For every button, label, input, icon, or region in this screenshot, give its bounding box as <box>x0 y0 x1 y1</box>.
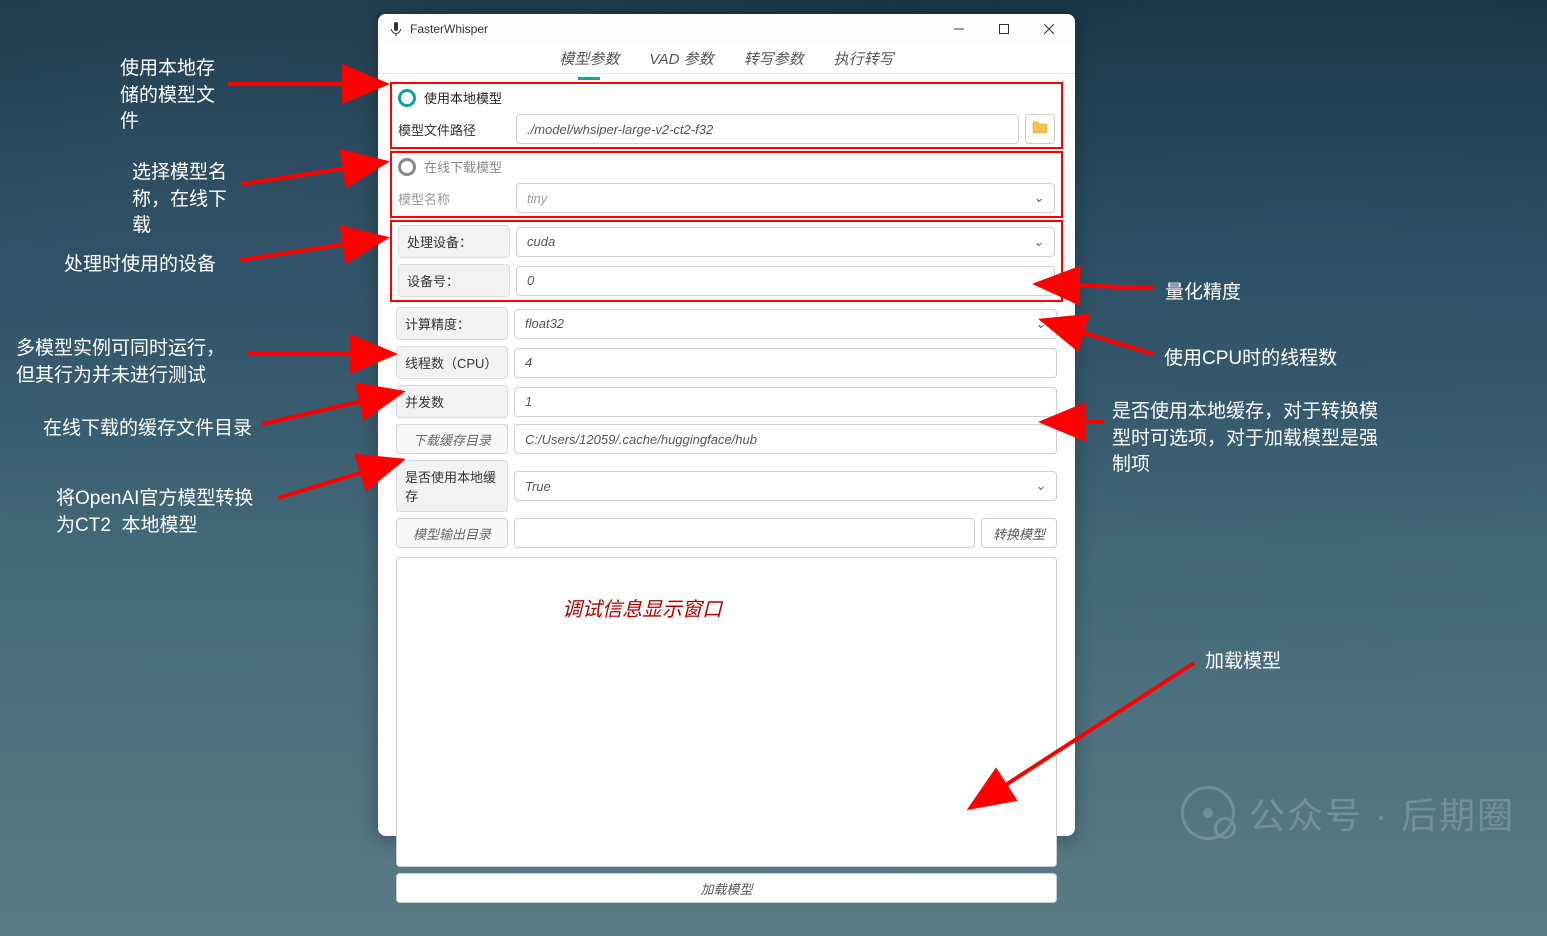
annotation-workers: 多模型实例可同时运行， 但其行为并未进行测试 <box>16 336 225 389</box>
num-workers-label: 并发数 <box>396 385 508 418</box>
titlebar: FasterWhisper <box>378 14 1075 44</box>
annotation-convert: 将OpenAI官方模型转换 为CT2 本地模型 <box>56 486 253 539</box>
device-index-value: 0 <box>527 273 534 288</box>
model-path-input[interactable]: ./model/whsiper-large-v2-ct2-f32 <box>516 114 1019 144</box>
watermark-text: 公众号 · 后期圈 <box>1249 787 1515 839</box>
convert-model-label: 转换模型 <box>993 524 1045 543</box>
tab-run-transcribe[interactable]: 执行转写 <box>832 44 896 73</box>
load-model-label: 加载模型 <box>700 879 752 898</box>
browse-model-path-button[interactable] <box>1025 114 1055 144</box>
cpu-threads-input[interactable]: 4 <box>514 348 1057 378</box>
model-name-select[interactable]: tiny ⌄ <box>516 183 1055 213</box>
radio-local-model-label: 使用本地模型 <box>424 88 502 107</box>
folder-icon <box>1032 120 1048 139</box>
device-section: 处理设备： cuda ⌄ 设备号： 0 <box>390 220 1063 302</box>
model-name-value: tiny <box>527 191 547 206</box>
model-name-label: 模型名称 <box>398 189 510 208</box>
model-output-dir-button[interactable]: 模型输出目录 <box>396 518 508 548</box>
use-local-cache-label: 是否使用本地缓存 <box>396 460 508 512</box>
online-model-section: 在线下载模型 模型名称 tiny ⌄ <box>390 151 1063 218</box>
minimize-button[interactable] <box>936 14 981 44</box>
annotation-cache-dir: 在线下载的缓存文件目录 <box>43 416 252 443</box>
tab-model-params[interactable]: 模型参数 <box>557 44 621 73</box>
device-value: cuda <box>527 234 555 249</box>
cpu-threads-label: 线程数（CPU） <box>396 346 508 379</box>
use-local-cache-select[interactable]: True ⌄ <box>514 471 1057 501</box>
device-index-label: 设备号： <box>398 264 510 297</box>
model-path-value: ./model/whsiper-large-v2-ct2-f32 <box>527 122 713 137</box>
local-model-section: 使用本地模型 模型文件路径 ./model/whsiper-large-v2-c… <box>390 82 1063 149</box>
tab-bar: 模型参数 VAD 参数 转写参数 执行转写 <box>378 44 1075 74</box>
chevron-down-icon: ⌄ <box>1033 234 1044 250</box>
close-button[interactable] <box>1026 14 1071 44</box>
download-cache-dir-input[interactable]: C:/Users/12059/.cache/huggingface/hub <box>514 424 1057 454</box>
device-index-input[interactable]: 0 <box>516 266 1055 296</box>
chevron-down-icon: ⌄ <box>1035 316 1046 332</box>
form-area: 使用本地模型 模型文件路径 ./model/whsiper-large-v2-c… <box>378 74 1075 913</box>
download-cache-dir-value: C:/Users/12059/.cache/huggingface/hub <box>525 432 757 447</box>
compute-type-label: 计算精度： <box>396 307 508 340</box>
annotation-compute-type: 量化精度 <box>1165 280 1241 307</box>
load-model-button[interactable]: 加载模型 <box>396 873 1057 903</box>
window-title: FasterWhisper <box>410 22 936 36</box>
watermark-icon <box>1181 786 1235 840</box>
chevron-down-icon: ⌄ <box>1035 478 1046 494</box>
annotation-debug-window: 调试信息显示窗口 <box>562 596 722 624</box>
radio-online-model-label: 在线下载模型 <box>424 157 502 176</box>
annotation-model-name: 选择模型名 称，在线下 载 <box>132 160 227 240</box>
model-path-label: 模型文件路径 <box>398 120 510 139</box>
radio-online-model[interactable] <box>398 158 416 176</box>
convert-model-button[interactable]: 转换模型 <box>981 518 1057 548</box>
annotation-load-model: 加载模型 <box>1205 649 1281 676</box>
num-workers-input[interactable]: 1 <box>514 387 1057 417</box>
compute-type-value: float32 <box>525 316 564 331</box>
compute-type-select[interactable]: float32 ⌄ <box>514 309 1057 339</box>
annotation-local-cache: 是否使用本地缓存，对于转换模 型时可选项，对于加载模型是强 制项 <box>1112 399 1378 479</box>
radio-local-model[interactable] <box>398 89 416 107</box>
app-window: FasterWhisper 模型参数 VAD 参数 转写参数 执行转写 使用本地… <box>378 14 1075 836</box>
model-output-dir-label: 模型输出目录 <box>413 524 491 543</box>
annotation-local-model: 使用本地存 储的模型文 件 <box>120 56 215 136</box>
tab-transcribe-params[interactable]: 转写参数 <box>742 44 806 73</box>
cpu-threads-value: 4 <box>525 355 532 370</box>
watermark: 公众号 · 后期圈 <box>1181 786 1515 840</box>
annotation-device: 处理时使用的设备 <box>64 252 216 279</box>
window-controls <box>936 14 1071 44</box>
maximize-button[interactable] <box>981 14 1026 44</box>
tab-vad-params[interactable]: VAD 参数 <box>647 44 715 73</box>
mic-icon <box>388 21 404 37</box>
device-label: 处理设备： <box>398 225 510 258</box>
num-workers-value: 1 <box>525 394 532 409</box>
download-cache-dir-label: 下载缓存目录 <box>413 430 491 449</box>
annotation-cpu-threads: 使用CPU时的线程数 <box>1164 346 1337 373</box>
chevron-down-icon: ⌄ <box>1033 190 1044 206</box>
model-output-dir-input[interactable] <box>514 518 975 548</box>
device-select[interactable]: cuda ⌄ <box>516 227 1055 257</box>
debug-output-area[interactable] <box>396 557 1057 867</box>
use-local-cache-value: True <box>525 479 551 494</box>
download-cache-dir-button[interactable]: 下载缓存目录 <box>396 424 508 454</box>
